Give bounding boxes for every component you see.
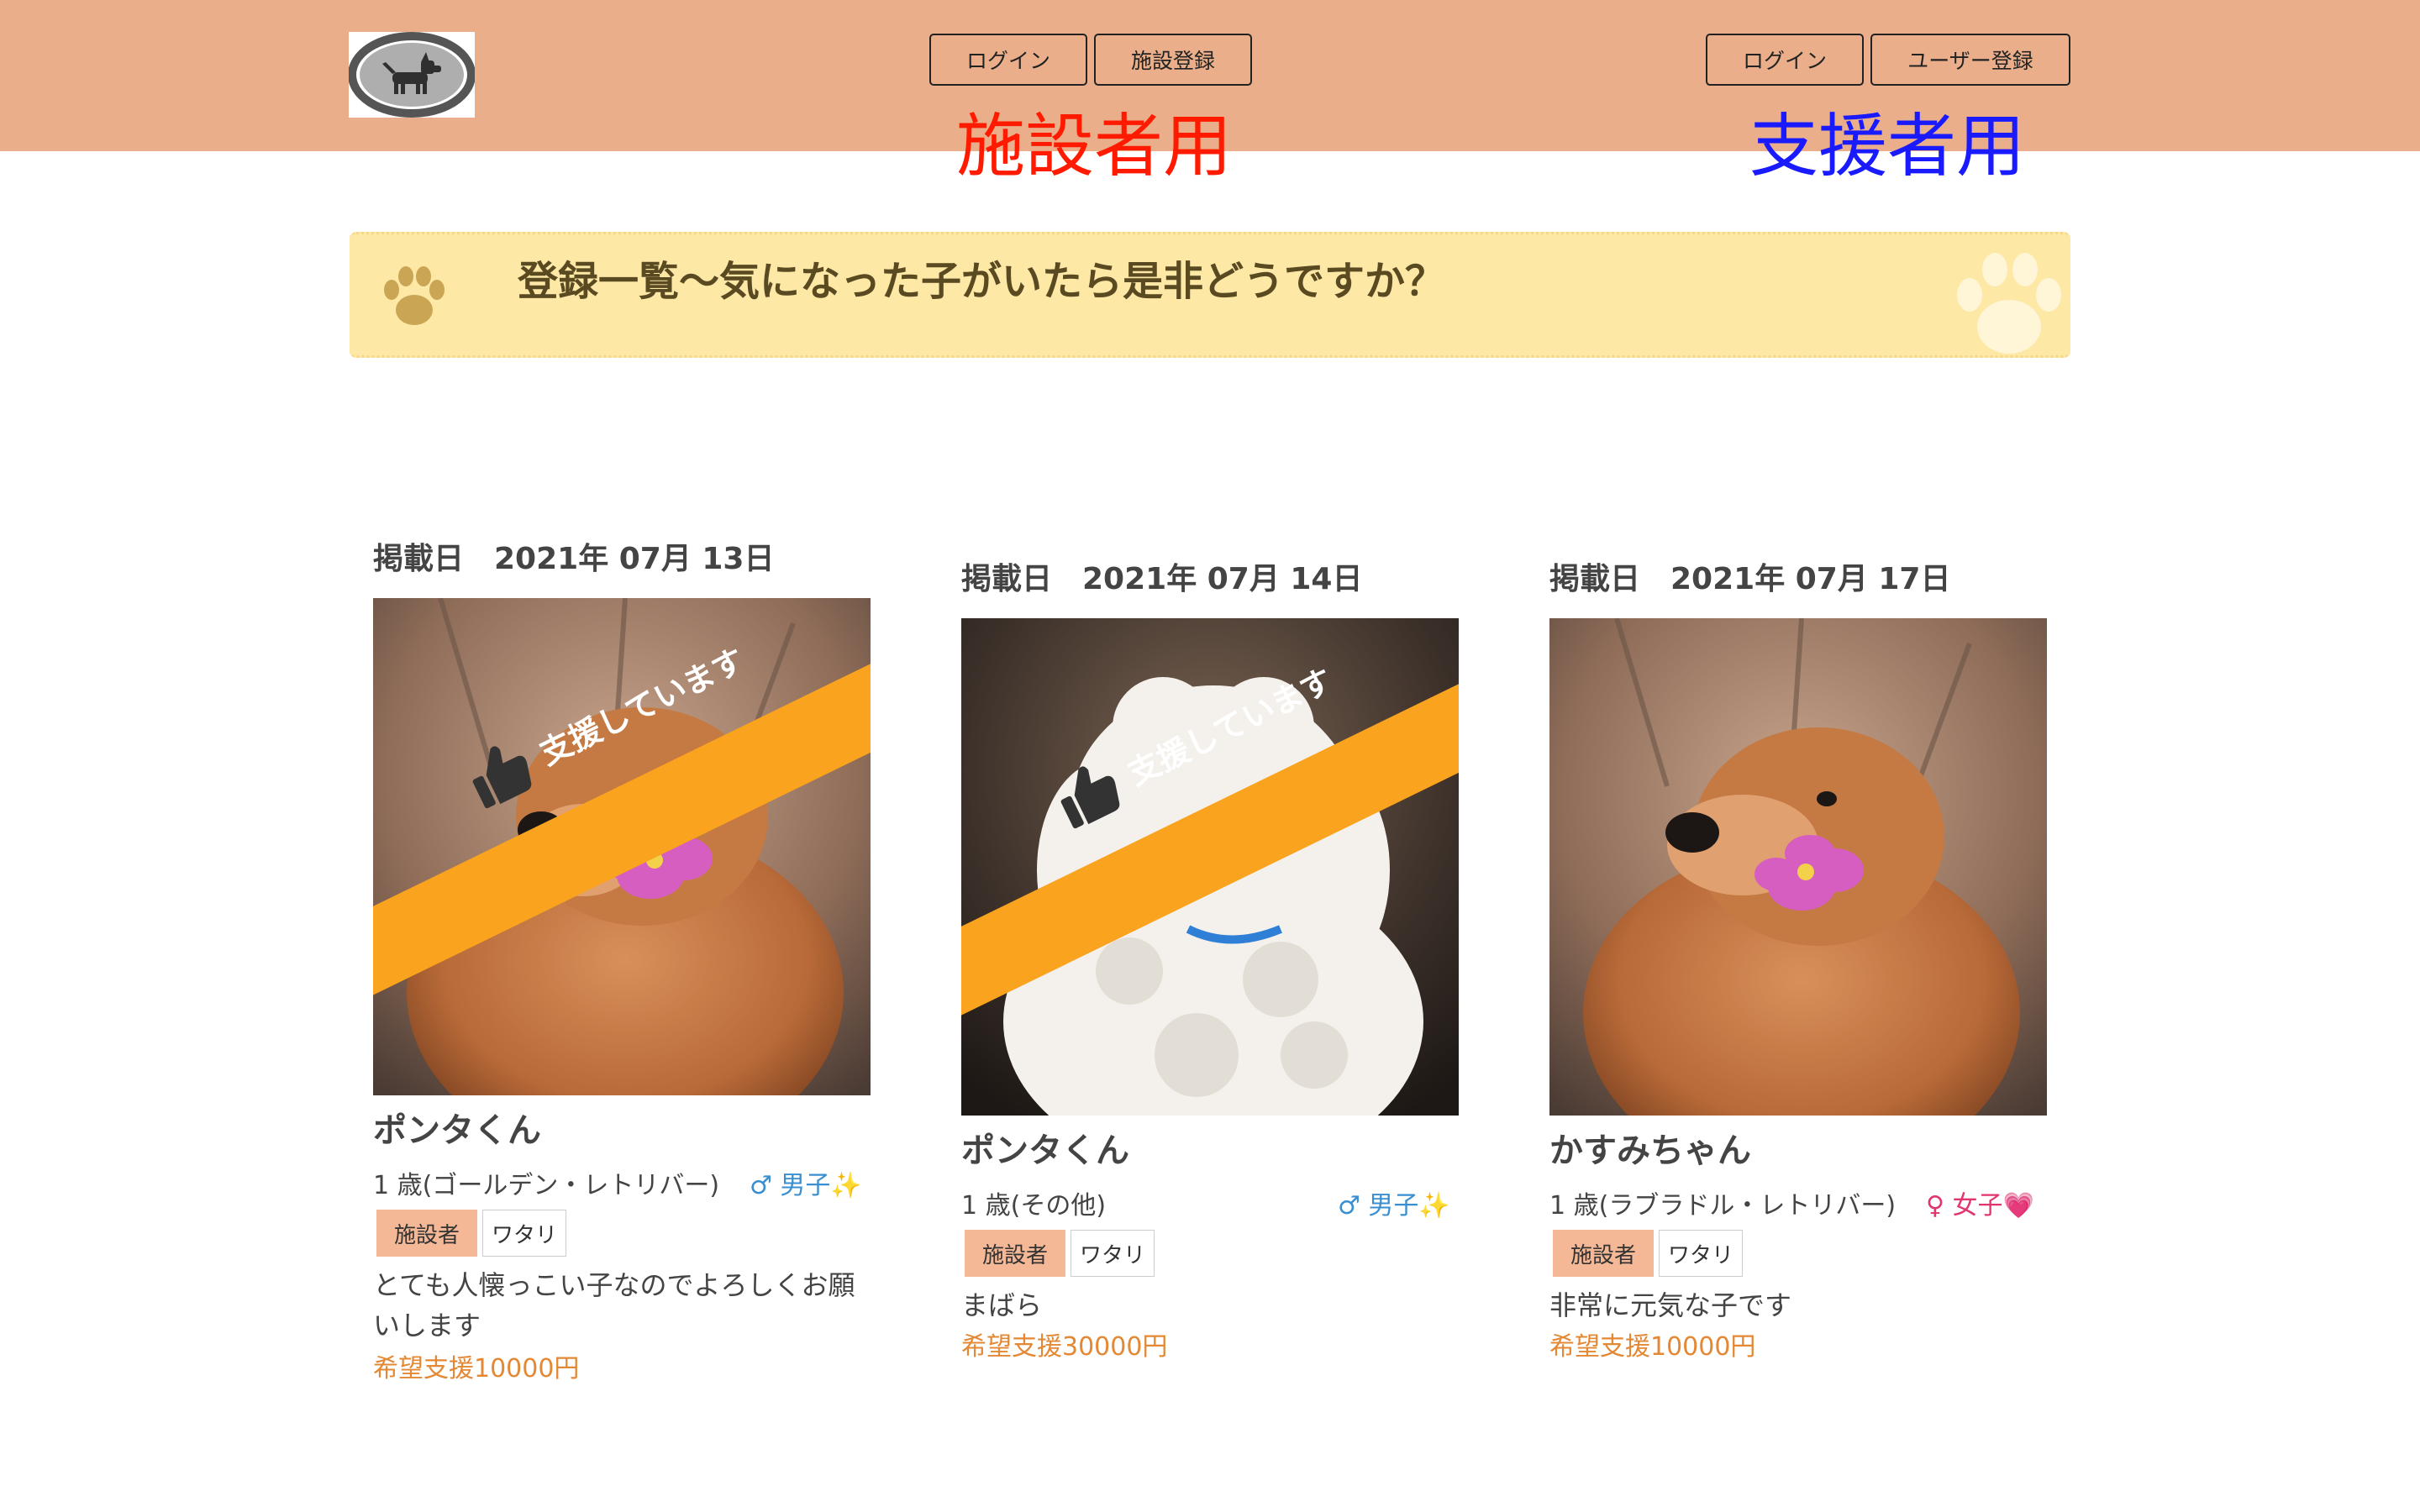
facility-tag[interactable]: ワタリ	[482, 1210, 566, 1257]
dog-name: ポンタくん	[373, 1111, 541, 1150]
list-heading-banner: 登録一覧〜気になった子がいたら是非どうですか？	[350, 232, 2070, 358]
paw-icon	[384, 266, 445, 325]
supporter-register-button[interactable]: ユーザー登録	[1870, 34, 2070, 86]
role-tag: 施設者	[376, 1210, 477, 1257]
gender-label: ♂ 男子✨	[750, 1171, 862, 1200]
dog-description: まばら	[961, 1289, 1043, 1321]
facility-section-label: 施設者用	[956, 107, 1233, 186]
age-breed: 1 歳(ラブラドル・レトリバー)	[1549, 1191, 1897, 1221]
dog-photo[interactable]: 支援しています	[961, 618, 1459, 1116]
supporter-section-label: 支援者用	[1749, 107, 2026, 186]
listing-date: 掲載日 2021年 07月 14日	[961, 562, 1363, 596]
support-amount: 希望支援10000円	[373, 1354, 580, 1383]
facility-login-button[interactable]: ログイン	[929, 34, 1087, 86]
listing-card[interactable]: 掲載日 2021年 07月 17日 かすみちゃん 1 歳(ラブラドル・レトリバー…	[1549, 556, 2047, 1379]
dog-description: 非常に元気な子です	[1549, 1289, 1792, 1321]
age-breed: 1 歳(ゴールデン・レトリバー)	[373, 1171, 720, 1200]
listing-card[interactable]: 掲載日 2021年 07月 13日 支援しています ポンタくん 1 歳(ゴールデ…	[373, 536, 871, 1393]
site-logo[interactable]	[348, 32, 476, 118]
support-amount: 希望支援10000円	[1549, 1332, 1756, 1362]
age-breed: 1 歳(その他)	[961, 1191, 1107, 1221]
dog-name: かすみちゃん	[1549, 1131, 1751, 1170]
support-amount: 希望支援30000円	[961, 1332, 1168, 1362]
dog-icon	[348, 32, 476, 118]
dog-name: ポンタくん	[961, 1131, 1129, 1170]
listing-date: 掲載日 2021年 07月 13日	[373, 542, 775, 576]
facility-register-button[interactable]: 施設登録	[1094, 34, 1252, 86]
dog-photo[interactable]: 支援しています	[373, 598, 871, 1095]
facility-tag[interactable]: ワタリ	[1659, 1230, 1743, 1277]
role-tag: 施設者	[1553, 1230, 1654, 1277]
paw-watermark-icon	[1957, 253, 2061, 354]
gender-label: ♂ 男子✨	[1338, 1191, 1450, 1221]
list-heading: 登録一覧〜気になった子がいたら是非どうですか？	[518, 258, 1446, 305]
role-tag: 施設者	[965, 1230, 1065, 1277]
supporter-login-button[interactable]: ログイン	[1706, 34, 1864, 86]
listing-date: 掲載日 2021年 07月 17日	[1549, 562, 1951, 596]
facility-tag[interactable]: ワタリ	[1071, 1230, 1155, 1277]
dog-description: とても人懐っこい子なのでよろしくお願いします	[373, 1269, 855, 1341]
gender-label: ♀ 女子💗	[1926, 1191, 2034, 1221]
listing-card[interactable]: 掲載日 2021年 07月 14日 支援しています ポンタくん 1 歳(その他)…	[961, 556, 1459, 1379]
dog-photo[interactable]	[1549, 618, 2047, 1116]
